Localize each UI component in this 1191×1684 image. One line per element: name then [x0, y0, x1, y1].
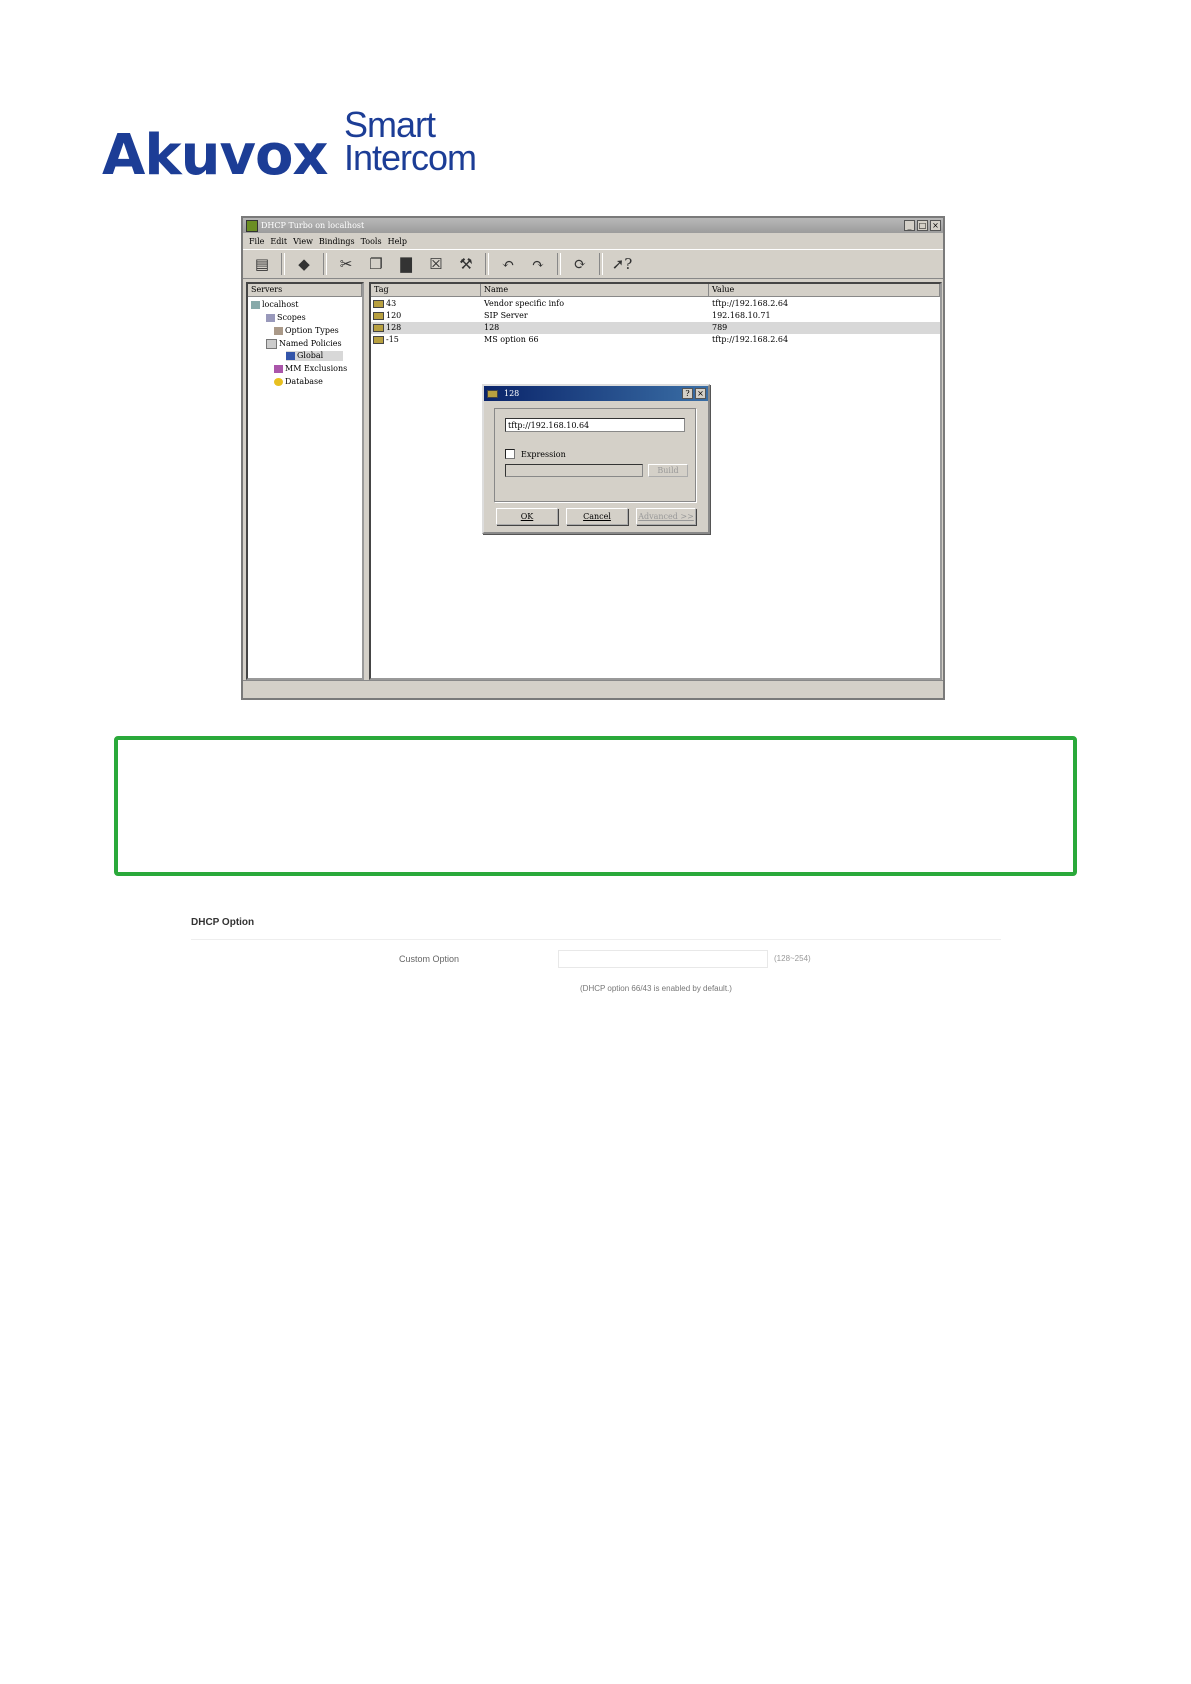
toolbar-separator: [323, 253, 327, 275]
section-divider: [191, 939, 1001, 940]
context-help-icon[interactable]: ➚?: [611, 253, 633, 275]
menu-file[interactable]: File: [249, 237, 264, 246]
tree-item-option-types[interactable]: Option Types: [274, 326, 339, 336]
custom-option-label: Custom Option: [399, 954, 460, 964]
tree-item-exclusions[interactable]: MM Exclusions: [274, 364, 347, 374]
option-128-dialog: 128 ? × tftp://192.168.10.64 Expression …: [482, 384, 710, 534]
tree-header[interactable]: Servers: [248, 284, 362, 297]
maximize-icon[interactable]: □: [917, 220, 928, 231]
cancel-button[interactable]: Cancel: [566, 508, 628, 525]
table-row-selected[interactable]: 128 128 789: [371, 322, 940, 334]
column-header-tag[interactable]: Tag: [371, 284, 481, 297]
server-tree-pane: Servers localhost Scopes Option Types Na…: [246, 282, 364, 680]
exclusions-icon: [274, 365, 283, 373]
window-title: DHCP Turbo on localhost: [261, 221, 365, 230]
dialog-close-icon[interactable]: ×: [695, 388, 706, 399]
table-row[interactable]: 120 SIP Server 192.168.10.71: [371, 310, 940, 322]
dhcp-turbo-window: DHCP Turbo on localhost _ □ × File Edit …: [241, 216, 945, 700]
copy-icon[interactable]: ❐: [365, 253, 387, 275]
menu-view[interactable]: View: [293, 237, 313, 246]
table-row[interactable]: -15 MS option 66 tftp://192.168.2.64: [371, 334, 940, 346]
properties-icon[interactable]: ⚒: [455, 253, 477, 275]
logo-tagline: Smart Intercom: [344, 107, 477, 178]
new-option-icon[interactable]: ▤: [251, 253, 273, 275]
toolbar-separator: [599, 253, 603, 275]
app-icon: [246, 219, 258, 232]
default-option-note: (DHCP option 66/43 is enabled by default…: [580, 984, 732, 993]
option-icon: [373, 312, 384, 320]
toolbar-separator: [485, 253, 489, 275]
server-icon: [251, 301, 260, 309]
tree-item-named-policies[interactable]: Named Policies: [266, 339, 342, 349]
column-header-value[interactable]: Value: [709, 284, 940, 297]
dialog-group: tftp://192.168.10.64 Expression Build: [494, 408, 696, 502]
expression-checkbox[interactable]: Expression: [505, 449, 566, 459]
column-header-name[interactable]: Name: [481, 284, 709, 297]
database-icon: [274, 378, 283, 386]
status-bar: [243, 680, 943, 698]
close-icon[interactable]: ×: [930, 220, 941, 231]
redo-icon[interactable]: ↷: [527, 253, 549, 275]
ok-button[interactable]: OK: [496, 508, 558, 525]
custom-option-input[interactable]: [558, 950, 768, 968]
erase-icon[interactable]: ◆: [293, 253, 315, 275]
dialog-titlebar: 128 ? ×: [484, 386, 708, 401]
menu-bar: File Edit View Bindings Tools Help: [243, 234, 943, 248]
menu-help[interactable]: Help: [388, 237, 407, 246]
toolbar-separator: [281, 253, 285, 275]
policy-icon: [266, 339, 277, 349]
option-types-icon: [274, 327, 283, 335]
note-box: [114, 736, 1077, 876]
tree-item-database[interactable]: Database: [274, 377, 323, 387]
toolbar: ▤ ◆ ✂ ❐ ▇ ☒ ⚒ ↶ ↷ ⟳ ➚?: [243, 249, 943, 279]
minimize-icon[interactable]: _: [904, 220, 915, 231]
logo-tagline-line2: Intercom: [344, 137, 477, 178]
undo-icon[interactable]: ↶: [497, 253, 519, 275]
option-icon: [487, 389, 498, 398]
build-button: Build: [648, 464, 688, 477]
menu-tools[interactable]: Tools: [361, 237, 382, 246]
paste-icon[interactable]: ▇: [395, 253, 417, 275]
tree-item-localhost[interactable]: localhost: [251, 300, 298, 310]
checkbox-box[interactable]: [505, 449, 515, 459]
menu-bindings[interactable]: Bindings: [319, 237, 355, 246]
expression-field: [505, 464, 643, 477]
tree-item-global[interactable]: Global: [286, 351, 344, 361]
window-titlebar: DHCP Turbo on localhost _ □ ×: [243, 218, 943, 233]
custom-option-range: (128~254): [774, 954, 811, 963]
dialog-title: 128: [504, 389, 520, 398]
expression-label: Expression: [521, 449, 566, 459]
tree-item-scopes[interactable]: Scopes: [266, 313, 306, 323]
option-value-input[interactable]: tftp://192.168.10.64: [505, 418, 685, 432]
option-icon: [373, 336, 384, 344]
section-title: DHCP Option: [191, 917, 255, 928]
logo-brand: Akuvox: [102, 123, 329, 188]
refresh-icon[interactable]: ⟳: [569, 253, 591, 275]
scopes-icon: [266, 314, 275, 322]
menu-edit[interactable]: Edit: [270, 237, 287, 246]
option-icon: [373, 300, 384, 308]
toolbar-separator: [557, 253, 561, 275]
table-row[interactable]: 43 Vendor specific info tftp://192.168.2…: [371, 298, 940, 310]
option-icon: [373, 324, 384, 332]
help-icon[interactable]: ?: [682, 388, 693, 399]
delete-icon[interactable]: ☒: [425, 253, 447, 275]
cut-icon[interactable]: ✂: [335, 253, 357, 275]
advanced-button: Advanced >>: [636, 508, 696, 525]
globe-icon: [286, 352, 295, 360]
